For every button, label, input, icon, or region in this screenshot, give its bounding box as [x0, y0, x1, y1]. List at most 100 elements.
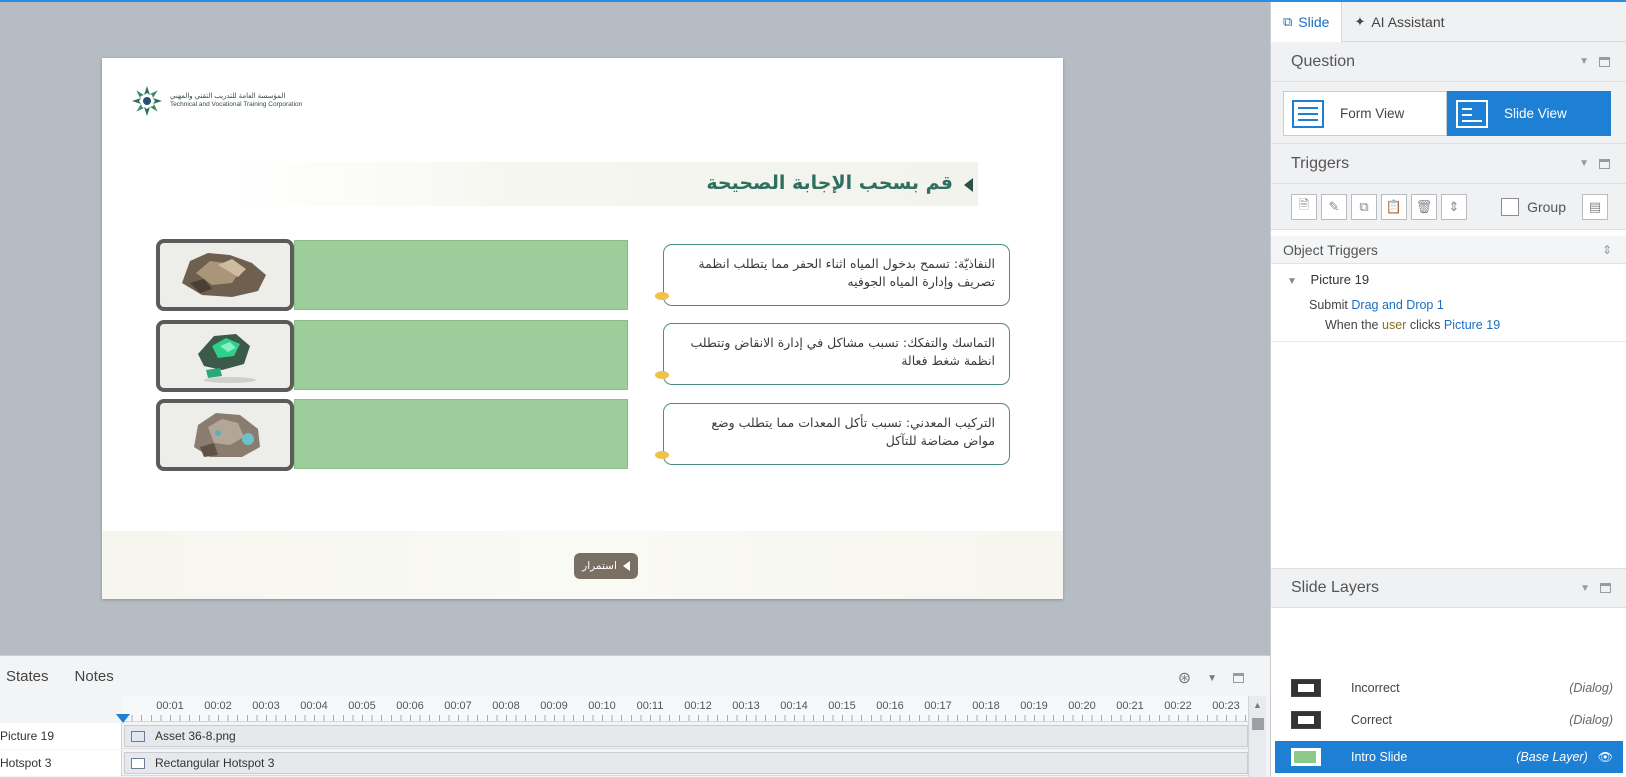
slide-canvas[interactable]: المؤسسة العامة للتدريب التقني والمهني Te…: [0, 2, 1270, 655]
triggers-section-header: Triggers ▼: [1271, 144, 1626, 184]
continue-label: استمرار: [582, 560, 617, 572]
ruler-tick: 00:19: [1020, 700, 1048, 712]
drag-handle-1[interactable]: [655, 292, 669, 300]
timeline-tabs: States Notes: [0, 656, 1270, 696]
layer-intro-slide[interactable]: Intro Slide (Base Layer) 👁: [1275, 741, 1623, 773]
ruler-tick: 00:07: [444, 700, 472, 712]
ruler-tick: 00:22: [1164, 700, 1192, 712]
trigger-when-prefix: When the: [1325, 318, 1379, 332]
object-triggers-heading: Object Triggers: [1283, 241, 1378, 258]
collapse-chevron-icon[interactable]: ▼: [1580, 583, 1590, 594]
ruler-tick: 00:09: [540, 700, 568, 712]
track-bar-label: Asset 36-8.png: [155, 729, 236, 743]
timeline-scrollbar[interactable]: ▲: [1248, 696, 1266, 777]
tab-notes[interactable]: Notes: [75, 668, 114, 685]
trigger-action-target[interactable]: Drag and Drop 1: [1351, 298, 1443, 312]
ruler-tick: 00:16: [876, 700, 904, 712]
collapse-chevron-icon[interactable]: ▼: [1579, 56, 1589, 67]
playhead-marker[interactable]: [116, 714, 130, 723]
ruler-tick: 00:05: [348, 700, 376, 712]
move-trigger-icon[interactable]: ⇕: [1441, 193, 1467, 220]
timeline-row-picture-19[interactable]: Picture 19 Asset 36-8.png: [0, 723, 1248, 749]
ruler-tick: 00:06: [396, 700, 424, 712]
expand-caret-icon[interactable]: ▼: [1287, 276, 1297, 287]
slide-stage[interactable]: المؤسسة العامة للتدريب التقني والمهني Te…: [102, 58, 1063, 599]
slide-view-icon: [1456, 99, 1488, 128]
undock-icon[interactable]: [1599, 56, 1610, 67]
ruler-tick: 00:04: [300, 700, 328, 712]
tab-slide[interactable]: ⧉ Slide: [1271, 2, 1343, 42]
ruler-marks: [122, 715, 1248, 721]
undock-icon[interactable]: [1233, 673, 1244, 683]
track-name[interactable]: Picture 19: [0, 723, 122, 749]
logo-text: المؤسسة العامة للتدريب التقني والمهني Te…: [170, 93, 302, 109]
scroll-up-icon[interactable]: ▲: [1249, 700, 1266, 710]
ruler-tick: 00:23: [1212, 700, 1240, 712]
rock-3-icon: [194, 413, 260, 457]
mineral-image-1[interactable]: [156, 239, 294, 311]
mineral-image-2[interactable]: [156, 320, 294, 392]
answer-card-3[interactable]: التركيب المعدني: تسبب تأكل المعدات مما ي…: [663, 403, 1010, 465]
tab-states[interactable]: States: [6, 668, 49, 685]
logo-english: Technical and Vocational Training Corpor…: [170, 101, 303, 108]
tab-slide-label: Slide: [1298, 14, 1330, 30]
ruler-tick: 00:01: [156, 700, 184, 712]
trigger-object-group[interactable]: ▼ Picture 19: [1271, 264, 1626, 295]
drop-zone-1[interactable]: [294, 240, 628, 310]
layer-correct[interactable]: Correct (Dialog): [1275, 704, 1623, 736]
mineral-image-3[interactable]: [156, 399, 294, 471]
rock-2-icon: [198, 334, 256, 383]
answer-card-2[interactable]: التماسك والتفكك: تسبب مشاكل في إدارة الا…: [663, 323, 1010, 385]
slide-view-button[interactable]: Slide View: [1447, 91, 1611, 136]
tab-ai-assistant[interactable]: ✦ AI Assistant: [1342, 2, 1456, 42]
undock-icon[interactable]: [1600, 583, 1611, 593]
layer-incorrect[interactable]: Incorrect (Dialog): [1275, 672, 1623, 704]
trigger-entry[interactable]: Submit Drag and Drop 1 When the user cli…: [1271, 295, 1626, 342]
collapse-all-icon[interactable]: ⇕: [1602, 243, 1612, 257]
drag-handle-2[interactable]: [655, 371, 669, 379]
eye-icon[interactable]: 👁: [1598, 750, 1613, 764]
slide-icon: ⧉: [1283, 14, 1293, 29]
timeline-row-hotspot-3[interactable]: Hotspot 3 Rectangular Hotspot 3: [0, 750, 1248, 776]
layer-kind: (Dialog): [1569, 713, 1613, 727]
answer-card-1[interactable]: النفاذيّة: تسمح بدخول المياه اثناء الحفر…: [663, 244, 1010, 306]
drop-zone-2[interactable]: [294, 320, 628, 390]
edit-trigger-icon[interactable]: ✎: [1321, 193, 1347, 220]
layer-name: Correct: [1351, 713, 1392, 727]
timeline-controls: ⊛ ▼: [1178, 668, 1244, 688]
image-icon: [131, 730, 145, 742]
triggers-heading: Triggers: [1291, 154, 1350, 172]
timeline-panel: States Notes ⊛ ▼ 00:01 00:02 00:03 00:04 00:…: [0, 655, 1270, 777]
track-name[interactable]: Hotspot 3: [0, 750, 122, 776]
timeline-ruler[interactable]: 00:01 00:02 00:03 00:04 00:05 00:06 00:07 00:08…: [122, 696, 1248, 722]
trigger-when-object[interactable]: Picture 19: [1444, 318, 1500, 332]
collapse-chevron-icon[interactable]: ▼: [1579, 158, 1589, 169]
undock-icon[interactable]: [1599, 158, 1610, 169]
form-view-label: Form View: [1340, 106, 1405, 121]
track-bar[interactable]: Asset 36-8.png: [124, 725, 1248, 747]
group-checkbox[interactable]: [1501, 197, 1520, 216]
drop-zone-3[interactable]: [294, 399, 628, 469]
tvtc-logo[interactable]: المؤسسة العامة للتدريب التقني والمهني Te…: [130, 82, 302, 120]
trigger-when-verb[interactable]: clicks: [1410, 318, 1441, 332]
rock-1-icon: [182, 253, 266, 297]
trigger-action-verb: Submit: [1309, 298, 1348, 312]
drag-handle-3[interactable]: [655, 451, 669, 459]
ruler-tick: 00:21: [1116, 700, 1144, 712]
timeline-settings-icon[interactable]: ⊛: [1178, 668, 1191, 688]
delete-trigger-icon[interactable]: 🗑: [1411, 193, 1437, 220]
trigger-when-user[interactable]: user: [1382, 318, 1406, 332]
logo-emblem-icon: [132, 86, 162, 116]
copy-trigger-icon[interactable]: ⧉: [1351, 193, 1377, 220]
form-view-button[interactable]: Form View: [1283, 91, 1447, 136]
question-section-header: Question ▼: [1271, 42, 1626, 82]
slide-title[interactable]: قم بسحب الإجابة الصحيحة: [706, 172, 953, 194]
collapse-chevron-icon[interactable]: ▼: [1207, 673, 1217, 684]
track-bar[interactable]: Rectangular Hotspot 3: [124, 752, 1248, 774]
variables-icon[interactable]: ▤: [1582, 193, 1608, 220]
paste-trigger-icon[interactable]: 📋: [1381, 193, 1407, 220]
new-trigger-icon[interactable]: 🗎: [1291, 193, 1317, 220]
ruler-tick: 00:14: [780, 700, 808, 712]
scroll-grip[interactable]: [1251, 718, 1264, 730]
continue-button[interactable]: استمرار: [574, 553, 638, 579]
